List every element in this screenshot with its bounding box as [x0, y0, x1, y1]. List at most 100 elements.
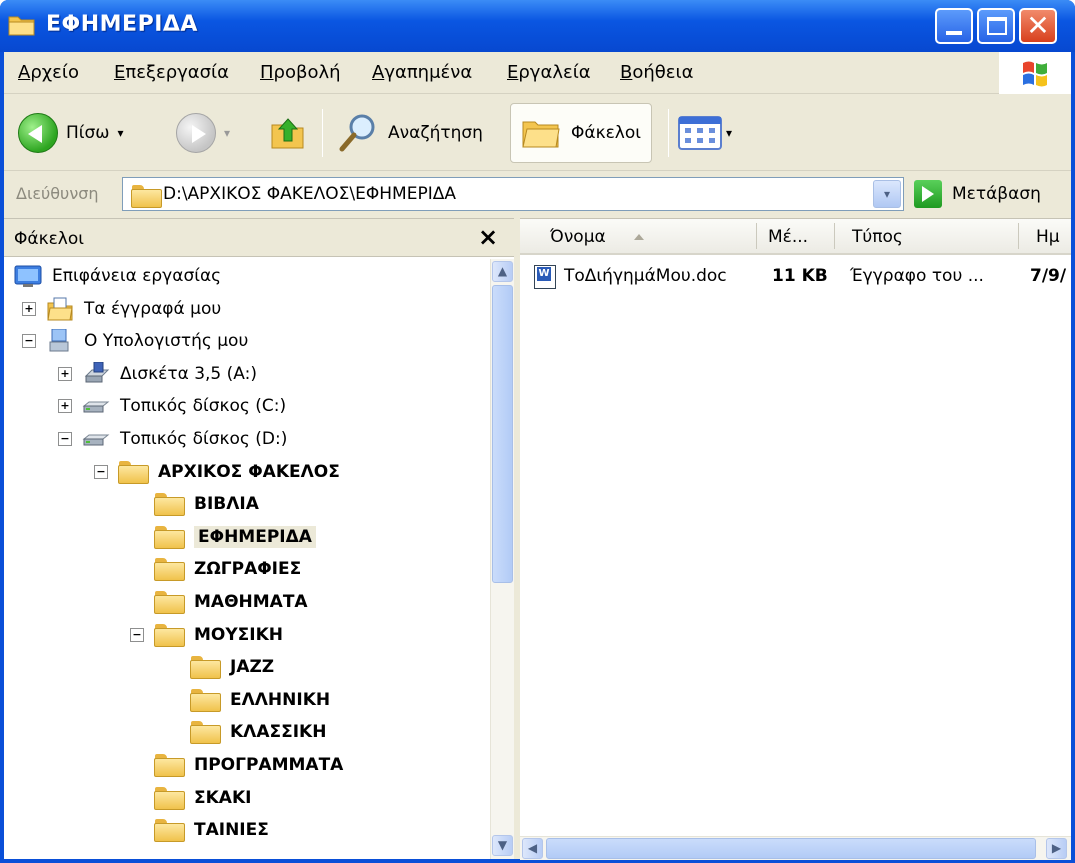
column-type[interactable]: Τύπος: [852, 227, 903, 247]
file-size: 11 KB: [772, 266, 828, 286]
tree-item[interactable]: ΣΚΑΚΙ: [130, 783, 251, 813]
collapse-icon[interactable]: −: [94, 464, 108, 479]
tree-item[interactable]: ΚΛΑΣΣΙΚΗ: [166, 717, 326, 747]
column-divider[interactable]: [756, 223, 757, 249]
address-bar: Διεύθυνση D:\ΑΡΧΙΚΟΣ ΦΑΚΕΛΟΣ\ΕΦΗΜΕΡΙΔΑ ▾…: [4, 172, 1071, 216]
forward-button[interactable]: ▾: [176, 103, 230, 163]
collapse-icon[interactable]: −: [130, 627, 144, 642]
folders-vertical-scrollbar[interactable]: ▲ ▼: [490, 259, 514, 859]
file-date: 7/9/: [1030, 266, 1067, 286]
toolbar: Πίσω ▾ ▾ Αναζήτηση Φάκελοι ▾: [4, 95, 1071, 171]
go-arrow-icon[interactable]: [914, 180, 942, 208]
menu-help[interactable]: Βοήθεια: [620, 62, 693, 83]
maximize-button[interactable]: [977, 8, 1015, 44]
folder-icon: [118, 460, 149, 484]
go-button[interactable]: Μετάβαση: [952, 184, 1041, 204]
collapse-icon[interactable]: −: [58, 432, 72, 446]
title-bar[interactable]: ΕΦΗΜΕΡΙΔΑ ✕: [0, 0, 1075, 52]
scroll-down-button[interactable]: ▼: [492, 835, 513, 856]
tree-item[interactable]: − ΜΟΥΣΙΚΗ: [130, 620, 283, 650]
file-type: Έγγραφο του ...: [850, 266, 984, 286]
tree-item[interactable]: ΕΛΛΗΝΙΚΗ: [166, 685, 330, 715]
menu-edit[interactable]: Επεξεργασία: [114, 62, 229, 83]
scroll-thumb[interactable]: [546, 838, 1036, 859]
tree-item[interactable]: − Ο Υπολογιστής μου: [22, 326, 248, 356]
up-folder-icon: [271, 118, 304, 149]
file-row[interactable]: ΤοΔιήγημάΜου.doc 11 KB Έγγραφο του ... 7…: [534, 263, 1074, 291]
toolbar-separator: [668, 109, 669, 157]
close-icon: ✕: [1026, 9, 1050, 42]
minimize-button[interactable]: [935, 8, 973, 44]
address-field[interactable]: D:\ΑΡΧΙΚΟΣ ΦΑΚΕΛΟΣ\ΕΦΗΜΕΡΙΔΑ ▾: [122, 177, 904, 211]
up-folder-button[interactable]: [268, 103, 308, 163]
forward-dropdown-icon[interactable]: ▾: [224, 126, 230, 140]
tree-item[interactable]: + Τα έγγραφά μου: [22, 294, 221, 324]
expand-icon[interactable]: +: [58, 366, 72, 381]
tree-item[interactable]: − Τοπικός δίσκος (D:): [58, 424, 287, 454]
address-dropdown-button[interactable]: ▾: [873, 180, 901, 208]
column-size[interactable]: Μέ...: [768, 227, 808, 247]
column-divider[interactable]: [1018, 223, 1019, 249]
views-button[interactable]: ▾: [678, 103, 732, 163]
search-button[interactable]: Αναζήτηση: [336, 103, 483, 163]
tree-item[interactable]: JAZZ: [166, 652, 274, 682]
window-client: Αρχείο Επεξεργασία Προβολή Αγαπημένα Εργ…: [4, 52, 1074, 860]
back-dropdown-icon[interactable]: ▾: [118, 126, 124, 140]
column-name[interactable]: Όνομα: [550, 227, 606, 247]
back-button[interactable]: Πίσω ▾: [18, 103, 124, 163]
scroll-right-button[interactable]: ▶: [1046, 838, 1067, 859]
back-label: Πίσω: [66, 123, 110, 143]
tree-item-label: ΣΚΑΚΙ: [194, 787, 252, 808]
folder-icon: [154, 754, 185, 777]
column-date[interactable]: Ημ: [1036, 227, 1060, 247]
windows-flag-icon: [1023, 61, 1047, 87]
file-name: ΤοΔιήγημάΜου.doc: [564, 266, 727, 286]
tree-item[interactable]: Επιφάνεια εργασίας: [14, 261, 221, 291]
menu-view[interactable]: Προβολή: [260, 62, 341, 83]
expand-icon[interactable]: +: [22, 301, 36, 316]
tree-item[interactable]: ΜΑΘΗΜΑΤΑ: [130, 587, 308, 617]
tree-item[interactable]: ΤΑΙΝΙΕΣ: [130, 815, 269, 845]
tree-item[interactable]: + Τοπικός δίσκος (C:): [58, 391, 286, 421]
menu-favorites[interactable]: Αγαπημένα: [372, 62, 472, 83]
tree-item-label: ΕΛΛΗΝΙΚΗ: [230, 689, 331, 710]
folder-tree: Επιφάνεια εργασίας + Τα έγγραφά μου − Ο Υπολ…: [4, 259, 488, 859]
folder-icon: [190, 656, 221, 680]
file-list-horizontal-scrollbar[interactable]: ◀ ▶: [520, 836, 1071, 860]
tree-item[interactable]: ΖΩΓΡΑΦΙΕΣ: [130, 554, 301, 584]
tree-item[interactable]: ΒΙΒΛΙΑ: [130, 489, 259, 519]
tree-item[interactable]: ΕΦΗΜΕΡΙΔΑ: [130, 522, 316, 552]
scroll-thumb[interactable]: [492, 285, 513, 583]
menu-file[interactable]: Αρχείο: [18, 62, 79, 83]
folder-icon: [8, 16, 35, 36]
sort-ascending-icon: [634, 234, 644, 240]
tree-item-label: ΒΙΒΛΙΑ: [194, 494, 259, 515]
scroll-up-button[interactable]: ▲: [492, 261, 513, 282]
address-path[interactable]: D:\ΑΡΧΙΚΟΣ ΦΑΚΕΛΟΣ\ΕΦΗΜΕΡΙΔΑ: [163, 184, 456, 204]
file-list-pane: Όνομα Μέ... Τύπος Ημ ΤοΔιήγημάΜου.doc 11…: [520, 218, 1074, 860]
folders-label: Φάκελοι: [571, 123, 642, 143]
views-dropdown-icon[interactable]: ▾: [726, 126, 732, 140]
collapse-icon[interactable]: −: [22, 334, 36, 349]
folder-icon: [154, 525, 185, 549]
search-label: Αναζήτηση: [388, 123, 483, 143]
tree-item-label: ΜΟΥΣΙΚΗ: [194, 624, 284, 645]
expand-icon[interactable]: +: [58, 399, 72, 414]
explorer-window: ΕΦΗΜΕΡΙΔΑ ✕ Αρχείο Επεξεργασία Προβολή Α…: [0, 0, 1075, 863]
tree-item[interactable]: ΠΡΟΓΡΑΜΜΑΤΑ: [130, 750, 343, 780]
close-button[interactable]: ✕: [1019, 8, 1057, 44]
my-documents-icon: [46, 297, 74, 321]
tree-item[interactable]: − ΑΡΧΙΚΟΣ ΦΑΚΕΛΟΣ: [94, 457, 340, 487]
folders-pane-close-button[interactable]: ×: [478, 223, 498, 251]
column-divider[interactable]: [834, 223, 835, 249]
tree-item[interactable]: + Δισκέτα 3,5 (A:): [58, 359, 257, 389]
folders-button[interactable]: Φάκελοι: [510, 103, 653, 163]
scroll-left-button[interactable]: ◀: [522, 838, 543, 859]
menu-tools[interactable]: Εργαλεία: [507, 62, 591, 83]
tree-item-label: Τοπικός δίσκος (D:): [120, 429, 288, 449]
folder-icon: [154, 591, 185, 614]
toolbar-separator: [322, 109, 323, 157]
folders-pane: Φάκελοι × Επιφάνεια εργασίας + Τα έγγραφά …: [4, 218, 514, 859]
folders-icon: [522, 121, 560, 148]
windows-logo: [999, 52, 1071, 94]
